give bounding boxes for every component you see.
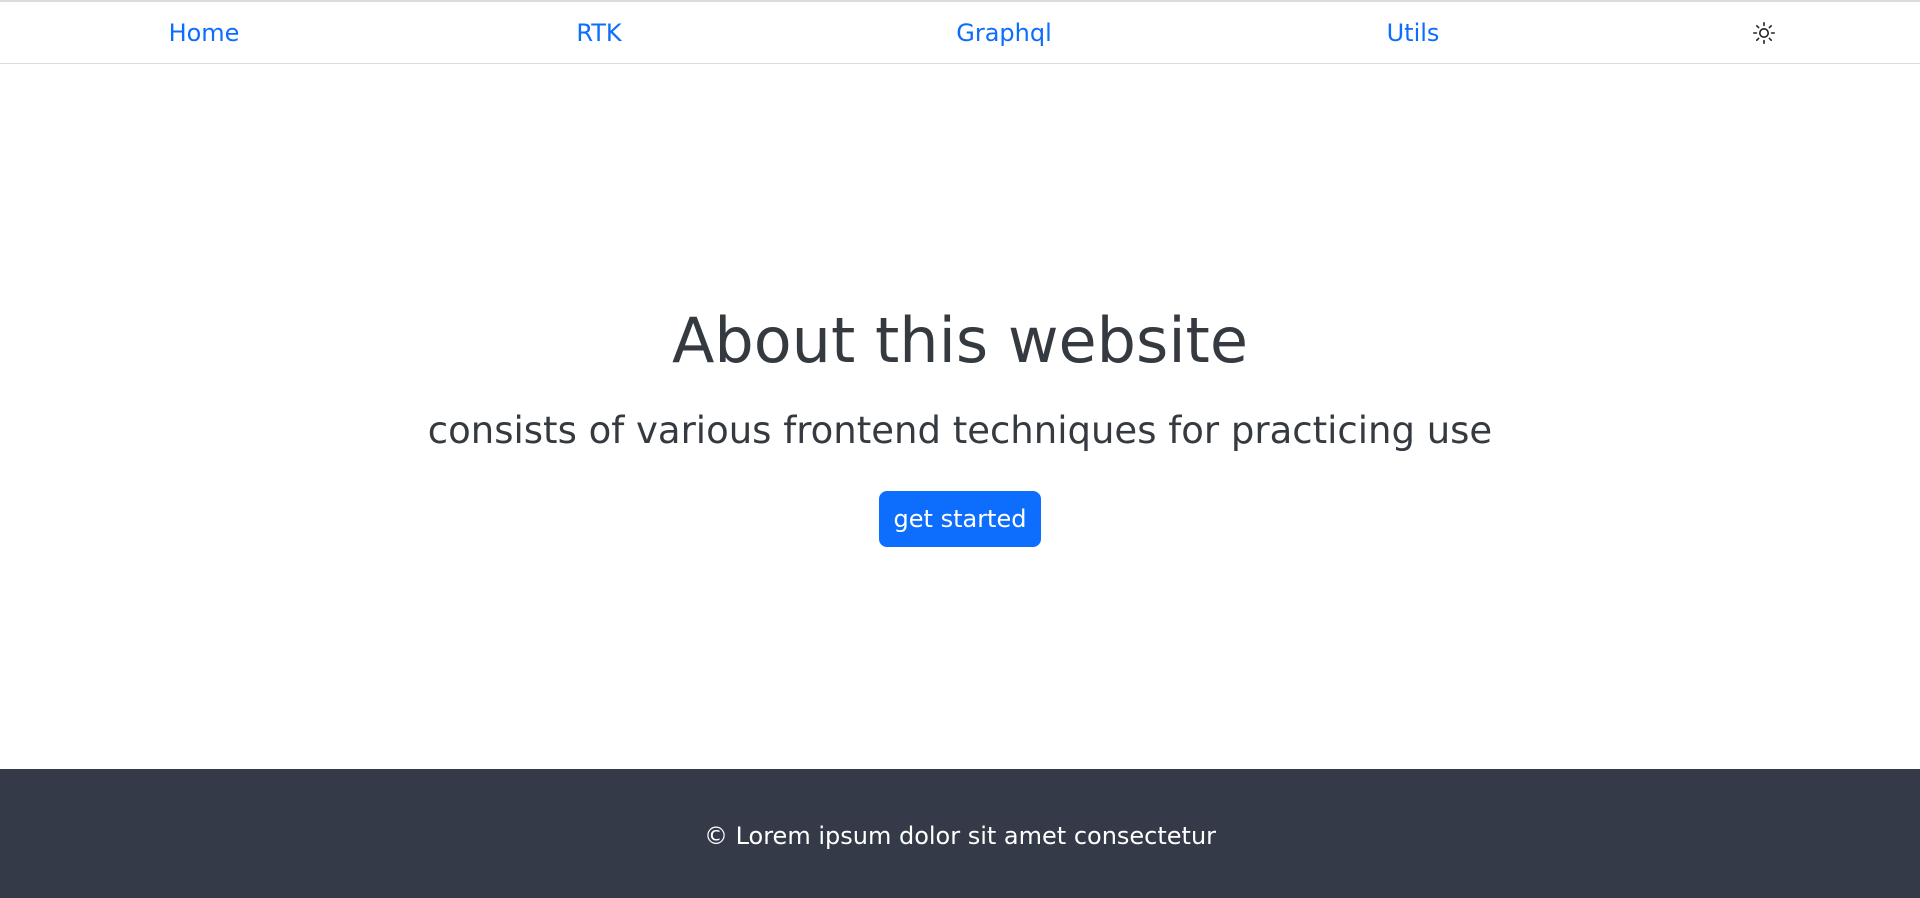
nav-link-utils[interactable]: Utils xyxy=(1387,18,1440,48)
theme-toggle-button[interactable] xyxy=(1752,21,1776,45)
navbar: Home RTK Graphql Utils xyxy=(0,0,1920,64)
nav-link-home[interactable]: Home xyxy=(169,18,240,48)
hero-title: About this website xyxy=(671,304,1249,377)
get-started-button[interactable]: get started xyxy=(879,491,1041,547)
hero-section: About this website consists of various f… xyxy=(0,64,1920,769)
hero-subtitle: consists of various frontend techniques … xyxy=(427,409,1493,452)
sun-icon xyxy=(1752,21,1776,45)
footer-copyright: © Lorem ipsum dolor sit amet consectetur xyxy=(703,822,1217,850)
page: Home RTK Graphql Utils About this websit… xyxy=(0,0,1920,898)
footer: © Lorem ipsum dolor sit amet consectetur xyxy=(0,769,1920,898)
nav-link-rtk[interactable]: RTK xyxy=(576,18,621,48)
nav-link-graphql[interactable]: Graphql xyxy=(956,18,1052,48)
